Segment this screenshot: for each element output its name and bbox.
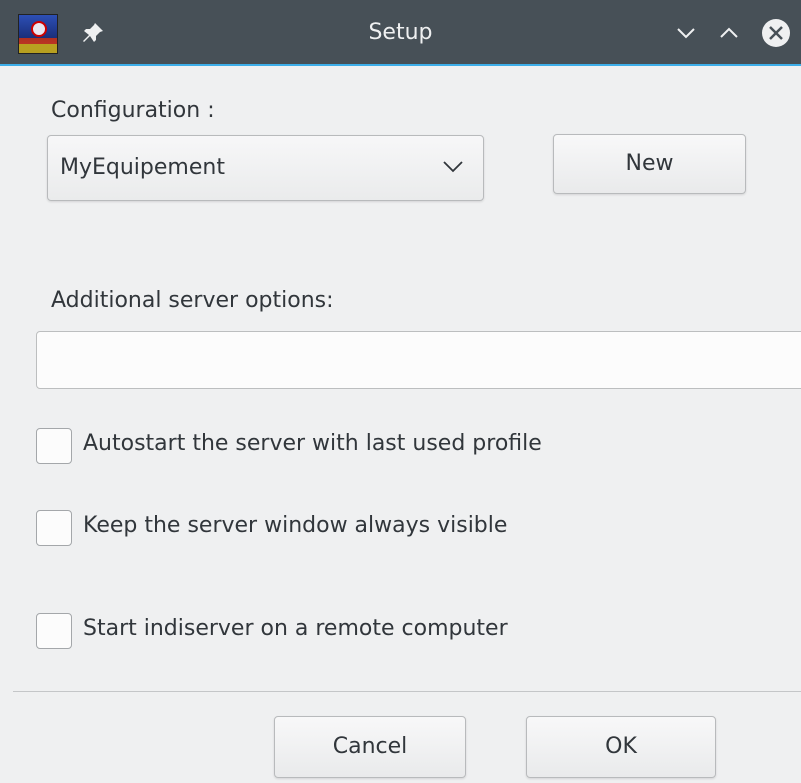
close-icon[interactable] xyxy=(760,17,792,49)
server-options-input[interactable] xyxy=(36,331,801,389)
keep-visible-checkbox-label[interactable]: Keep the server window always visible xyxy=(83,513,507,538)
cancel-button[interactable]: Cancel xyxy=(274,716,466,778)
remote-server-checkbox-label[interactable]: Start indiserver on a remote computer xyxy=(83,616,508,641)
ok-button[interactable]: OK xyxy=(526,716,716,778)
maximize-icon[interactable] xyxy=(713,17,745,49)
autostart-checkbox[interactable] xyxy=(36,428,72,464)
footer-divider xyxy=(13,691,801,692)
configuration-label: Configuration : xyxy=(51,98,215,123)
new-configuration-button[interactable]: New xyxy=(553,134,746,194)
remote-server-checkbox[interactable] xyxy=(36,613,72,649)
server-options-label: Additional server options: xyxy=(51,288,334,313)
chevron-down-icon[interactable] xyxy=(440,153,466,179)
keep-visible-checkbox[interactable] xyxy=(36,510,72,546)
configuration-combobox[interactable]: MyEquipement xyxy=(47,135,484,201)
title-bar[interactable]: Setup xyxy=(0,0,801,66)
minimize-icon[interactable] xyxy=(670,17,702,49)
autostart-checkbox-label[interactable]: Autostart the server with last used prof… xyxy=(83,431,542,456)
configuration-selected-value: MyEquipement xyxy=(60,155,225,180)
